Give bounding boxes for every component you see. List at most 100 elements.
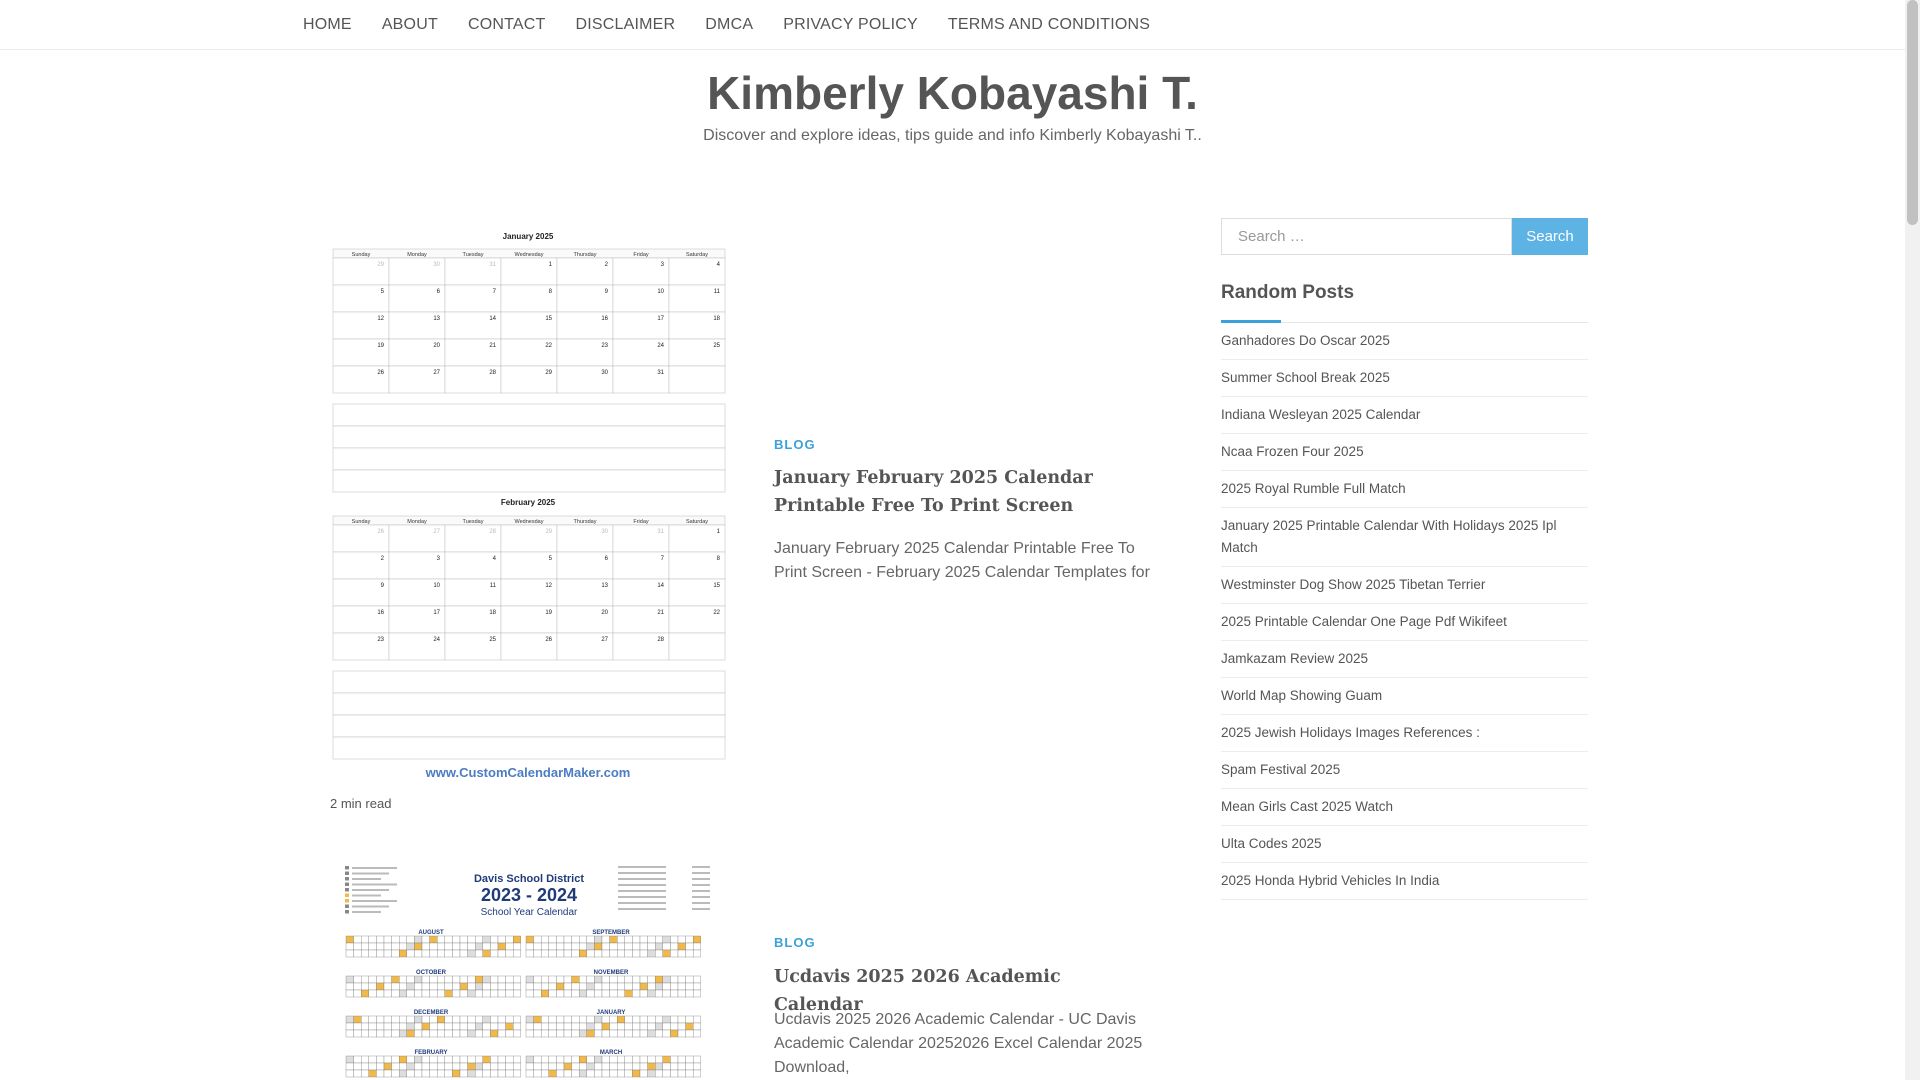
nav-item-dmca[interactable]: DMCA [705, 16, 753, 34]
school-day-cell [548, 982, 557, 991]
school-day-cell [563, 949, 572, 958]
school-day-cell [662, 1055, 671, 1064]
nav-item-disclaimer[interactable]: DISCLAIMER [575, 16, 675, 34]
calendar-day-number: 27 [433, 529, 440, 535]
school-day-cell [632, 935, 641, 944]
school-day-cell [345, 949, 354, 958]
post-category[interactable]: BLOG [774, 935, 816, 950]
school-day-cell [459, 935, 468, 944]
school-day-cell [513, 1062, 521, 1071]
school-day-cell [571, 1022, 580, 1031]
school-day-cell [662, 975, 671, 984]
school-day-cell [525, 989, 534, 998]
random-post-link[interactable]: Jamkazam Review 2025 [1221, 641, 1588, 678]
school-day-cell [693, 1055, 701, 1064]
calendar-weekday-label: Wednesday [515, 519, 544, 525]
school-day-cell [361, 982, 369, 991]
random-post-link[interactable]: Ganhadores Do Oscar 2025 [1221, 323, 1588, 360]
school-day-cell [556, 949, 565, 958]
school-day-cell [639, 949, 648, 958]
random-post-link[interactable]: Summer School Break 2025 [1221, 360, 1588, 397]
nav-item-terms[interactable]: TERMS AND CONDITIONS [948, 16, 1150, 34]
school-day-cell [383, 935, 392, 944]
random-post-link[interactable]: January 2025 Printable Calendar With Hol… [1221, 508, 1588, 567]
random-post-link[interactable]: 2025 Royal Rumble Full Match [1221, 471, 1588, 508]
site-title[interactable]: Kimberly Kobayashi T. [0, 66, 1905, 120]
school-day-cell [452, 1029, 461, 1038]
school-day-cell [632, 982, 641, 991]
school-day-cell [563, 1022, 572, 1031]
school-day-cell [497, 1069, 506, 1078]
post-category[interactable]: BLOG [774, 437, 816, 452]
random-post-link[interactable]: Ncaa Frozen Four 2025 [1221, 434, 1588, 471]
random-post-link[interactable]: World Map Showing Guam [1221, 678, 1588, 715]
calendar-day-number: 24 [657, 343, 664, 349]
post-thumbnail-calendar[interactable]: January 2025 February 2025 Sunday Monday T… [330, 228, 726, 784]
school-day-cell [437, 1062, 445, 1071]
school-day-cell [421, 1062, 430, 1071]
school-day-cell [437, 982, 445, 991]
school-day-cell [525, 1022, 534, 1031]
school-day-cell [383, 1015, 392, 1024]
school-day-cell [601, 982, 610, 991]
school-day-cell [399, 1069, 407, 1078]
school-day-cell [444, 1015, 453, 1024]
scrollbar-thumb[interactable] [1907, 0, 1918, 225]
calendar-weekday-label: Friday [633, 252, 649, 258]
search-input[interactable]: Search … [1221, 218, 1512, 255]
calendar-day-number: 17 [657, 316, 664, 322]
school-day-cell [513, 1029, 521, 1038]
legend-line [692, 896, 710, 898]
random-post-link[interactable]: Indiana Wesleyan 2025 Calendar [1221, 397, 1588, 434]
school-day-cell [513, 1022, 521, 1031]
school-day-cell [406, 1015, 415, 1024]
random-post-link[interactable]: Westminster Dog Show 2025 Tibetan Terrie… [1221, 567, 1588, 604]
calendar-notes-row [332, 469, 726, 493]
random-post-link[interactable]: Spam Festival 2025 [1221, 752, 1588, 789]
school-day-cell [505, 1015, 514, 1024]
school-day-cell [617, 942, 625, 951]
school-day-cell [406, 982, 415, 991]
school-day-cell [490, 1022, 499, 1031]
school-month-label: JANUARY [597, 1010, 626, 1016]
school-day-cell [368, 935, 377, 944]
school-day-cell [429, 949, 438, 958]
school-day-cell [533, 1055, 542, 1064]
school-day-cell [685, 935, 694, 944]
school-day-cell [594, 989, 603, 998]
random-post-link[interactable]: Ulta Codes 2025 [1221, 826, 1588, 863]
calendar-day-number: 28 [489, 529, 496, 535]
nav-item-about[interactable]: ABOUT [382, 16, 438, 34]
school-day-cell [513, 935, 521, 944]
calendar-day-number: 31 [657, 370, 664, 376]
school-day-cell [677, 975, 686, 984]
top-navigation: HOME ABOUT CONTACT DISCLAIMER DMCA PRIVA… [0, 0, 1905, 50]
calendar-day-number: 10 [433, 583, 440, 589]
search-button[interactable]: Search [1512, 218, 1588, 255]
nav-item-privacy-policy[interactable]: PRIVACY POLICY [783, 16, 918, 34]
calendar-day-number: 24 [433, 637, 440, 643]
school-day-cell [639, 975, 648, 984]
school-day-cell [571, 942, 580, 951]
nav-item-contact[interactable]: CONTACT [468, 16, 546, 34]
school-day-cell [513, 1015, 521, 1024]
calendar-day-number: 18 [713, 316, 720, 322]
post-title[interactable]: January February 2025 Calendar Printable… [774, 464, 1154, 520]
random-post-link[interactable]: 2025 Honda Hybrid Vehicles In India [1221, 863, 1588, 900]
random-post-link[interactable]: Mean Girls Cast 2025 Watch [1221, 789, 1588, 826]
school-day-cell [475, 989, 483, 998]
school-day-cell [677, 1022, 686, 1031]
nav-item-home[interactable]: HOME [303, 16, 352, 34]
school-day-cell [655, 982, 663, 991]
school-day-cell [693, 975, 701, 984]
school-day-cell [639, 1029, 648, 1038]
school-day-cell [444, 942, 453, 951]
random-post-link[interactable]: 2025 Jewish Holidays Images References : [1221, 715, 1588, 752]
random-post-link[interactable]: 2025 Printable Calendar One Page Pdf Wik… [1221, 604, 1588, 641]
school-day-cell [670, 975, 679, 984]
school-day-cell [533, 949, 542, 958]
school-day-cell [444, 935, 453, 944]
post-thumbnail-school-calendar[interactable]: Davis School District 2023 - 2024 School… [340, 860, 718, 1080]
school-day-cell [647, 1069, 656, 1078]
school-day-cell [467, 975, 476, 984]
